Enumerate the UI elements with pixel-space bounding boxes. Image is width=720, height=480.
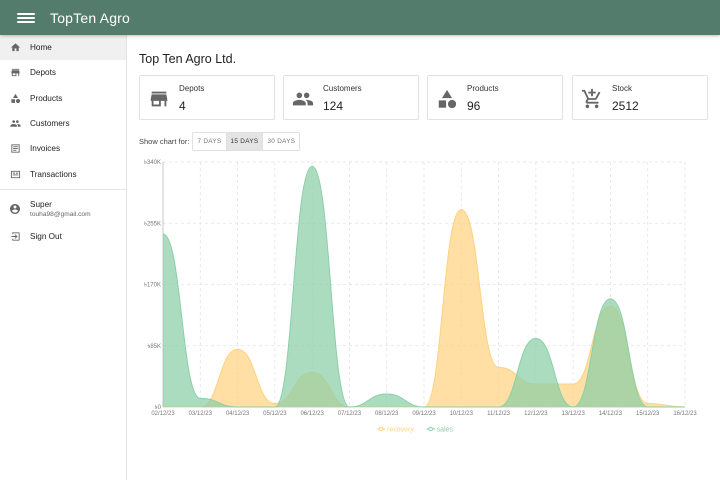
home-icon [9, 42, 21, 54]
category-icon [436, 88, 458, 110]
account-circle-icon [9, 202, 21, 214]
card-stock: Stock 2512 [572, 75, 708, 120]
x-tick-label: 04/12/23 [226, 411, 250, 417]
receipt-icon [9, 143, 21, 155]
range-label: Show chart for: [139, 137, 190, 146]
y-tick-label: ৳340K [144, 159, 161, 166]
sales-recovery-chart: ৳0 ৳85K ৳170K ৳255K ৳340K 02/12/23 03/12/23 04/… [144, 159, 697, 434]
y-tick-label: ৳170K [144, 282, 161, 289]
x-tick-label: 12/12/23 [524, 411, 548, 417]
legend-marker-sales [428, 426, 433, 432]
category-icon [9, 92, 21, 104]
range-15-days-button[interactable]: 15 DAYS [225, 133, 263, 150]
legend-label-recovery: recovery [387, 427, 414, 434]
x-tick-label: 08/12/23 [375, 411, 399, 417]
sidebar-divider [0, 188, 126, 190]
sidebar-item-depots[interactable]: Depots [0, 60, 126, 85]
card-label: Stock [612, 84, 633, 93]
main-content: Top Ten Agro Ltd. Depots 4 Customers 124… [128, 35, 720, 480]
sidebar-item-invoices[interactable]: Invoices [0, 136, 126, 161]
user-email: touha98@gmail.com [30, 210, 91, 218]
sidebar-item-transactions[interactable]: Transactions [0, 161, 126, 186]
x-tick-label: 03/12/23 [189, 411, 213, 417]
x-tick-label: 11/12/23 [487, 411, 511, 417]
legend-label-sales: sales [437, 427, 454, 434]
x-tick-label: 02/12/23 [151, 411, 175, 417]
sidebar-item-home[interactable]: Home [0, 35, 126, 61]
card-value: 4 [179, 99, 186, 113]
card-value: 2512 [612, 99, 639, 113]
store-icon [148, 88, 170, 110]
app-title: TopTen Agro [50, 9, 131, 26]
card-customers: Customers 124 [283, 75, 419, 120]
card-depots: Depots 4 [139, 75, 275, 120]
x-tick-label: 07/12/23 [338, 411, 362, 417]
x-tick-label: 10/12/23 [450, 411, 474, 417]
user-name: Super [30, 199, 52, 209]
sidebar-item-label: Customers [30, 119, 70, 129]
range-7-days-button[interactable]: 7 DAYS [193, 133, 226, 150]
x-tick-label: 14/12/23 [599, 411, 623, 417]
x-tick-label: 16/12/23 [673, 411, 697, 417]
y-tick-label: ৳85K [147, 343, 161, 350]
y-tick-label: ৳255K [144, 220, 161, 227]
chart-range-selector: Show chart for: 7 DAYS 15 DAYS 30 DAYS [139, 132, 301, 151]
sign-out-label: Sign Out [30, 231, 62, 241]
sidebar-item-label: Home [30, 43, 52, 53]
card-label: Products [467, 84, 499, 93]
legend-marker-recovery [378, 426, 384, 432]
app-bar: TopTen Agro [0, 0, 720, 35]
sidebar-item-label: Transactions [30, 169, 77, 179]
card-label: Customers [323, 84, 362, 93]
transactions-icon [9, 168, 21, 180]
user-profile[interactable]: Super touha98@gmail.com [0, 192, 126, 224]
sidebar-item-products[interactable]: Products [0, 86, 126, 111]
card-value: 124 [323, 99, 344, 113]
sign-out-button[interactable]: Sign Out [0, 224, 126, 249]
sidebar-item-label: Products [30, 93, 63, 103]
x-tick-label: 06/12/23 [300, 411, 324, 417]
sidebar-item-label: Depots [30, 68, 56, 78]
card-label: Depots [179, 84, 205, 93]
x-tick-label: 15/12/23 [636, 411, 660, 417]
y-tick-label: ৳0 [155, 404, 162, 411]
sidebar-item-customers[interactable]: Customers [0, 111, 126, 136]
card-value: 96 [467, 99, 481, 113]
people-icon [9, 118, 21, 130]
x-tick-label: 09/12/23 [412, 411, 436, 417]
range-toggle-group: 7 DAYS 15 DAYS 30 DAYS [192, 132, 301, 151]
x-tick-label: 13/12/23 [561, 411, 585, 417]
menu-icon[interactable] [17, 11, 35, 25]
range-30-days-button[interactable]: 30 DAYS [262, 133, 300, 150]
company-name: Top Ten Agro Ltd. [139, 52, 237, 66]
sidebar: Home Depots Products Customers Invoices … [0, 35, 127, 480]
people-icon [292, 88, 314, 110]
sidebar-item-label: Invoices [30, 144, 61, 154]
card-products: Products 96 [427, 75, 563, 120]
x-tick-label: 05/12/23 [263, 411, 287, 417]
add-shopping-cart-icon [581, 88, 603, 110]
logout-icon [9, 230, 21, 242]
store-icon [9, 67, 21, 79]
